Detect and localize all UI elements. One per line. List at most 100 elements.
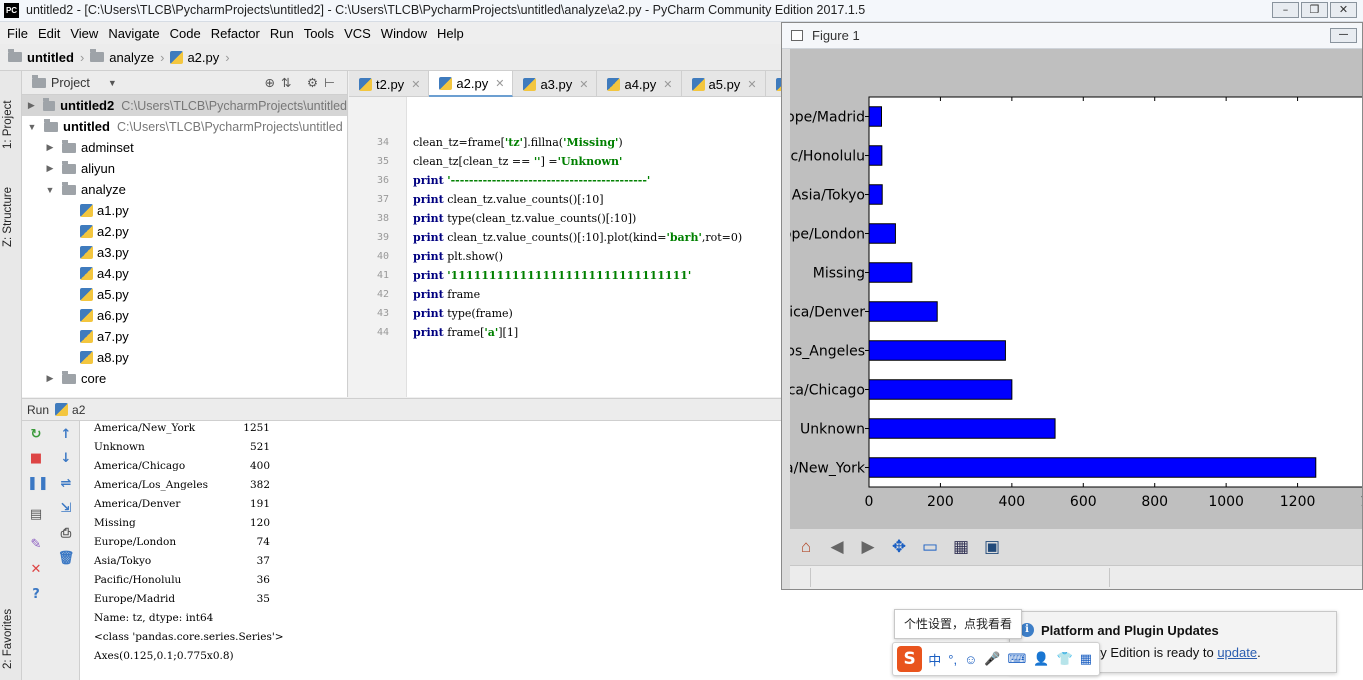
tools-grid-icon[interactable]: ▦ xyxy=(1080,651,1092,667)
code-line[interactable]: 42 print frame xyxy=(349,285,781,304)
menu-file[interactable]: File xyxy=(2,26,33,41)
code-editor[interactable]: 34 clean_tz=frame['tz'].fillna('Missing')… xyxy=(349,97,781,397)
close-tab-icon[interactable]: ✕ xyxy=(579,78,588,91)
code-line[interactable]: 34 clean_tz=frame['tz'].fillna('Missing') xyxy=(349,133,781,152)
close-tab-icon[interactable]: ✕ xyxy=(747,78,756,91)
tree-file-item[interactable]: a7.py xyxy=(22,326,347,347)
menu-code[interactable]: Code xyxy=(165,26,206,41)
side-tab-favorites[interactable]: 2: Favorites xyxy=(2,591,20,669)
maximize-button[interactable]: ❐ xyxy=(1301,2,1328,18)
tree-folder-item[interactable]: ▼ untitled C:\Users\TLCB\PycharmProjects\u… xyxy=(22,116,347,137)
line-number: 44 xyxy=(376,327,389,338)
user-icon[interactable]: 👤 xyxy=(1033,651,1049,667)
skin-icon[interactable]: 👕 xyxy=(1057,651,1073,667)
figure-minimize-button[interactable]: — xyxy=(1330,28,1357,43)
editor-tab[interactable]: a5.py ✕ xyxy=(682,71,766,97)
menu-vcs[interactable]: VCS xyxy=(339,26,376,41)
code-line[interactable]: 36 print '-------------------------------… xyxy=(349,171,781,190)
menu-run[interactable]: Run xyxy=(265,26,299,41)
line-number: 41 xyxy=(376,270,389,281)
rerun-icon[interactable]: ↻ xyxy=(27,427,45,443)
code-line[interactable]: 44 print frame['a'][1] xyxy=(349,323,781,342)
tree-file-item[interactable]: a2.py xyxy=(22,221,347,242)
expand-arrow-down-icon[interactable]: ▼ xyxy=(44,185,56,195)
microphone-icon[interactable]: 🎤 xyxy=(984,651,1000,667)
menu-tools[interactable]: Tools xyxy=(299,26,339,41)
expand-arrow-down-icon[interactable]: ▼ xyxy=(26,122,38,132)
trash-icon[interactable]: 🗑 xyxy=(57,551,75,567)
zoom-icon[interactable]: ▭ xyxy=(918,535,942,559)
code-line[interactable]: 41 print '1111111111111111111111111111111… xyxy=(349,266,781,285)
layout-icon[interactable]: ▤ xyxy=(27,507,45,523)
expand-arrow-right-icon[interactable]: ▶ xyxy=(44,163,56,174)
subplots-icon[interactable]: ▦ xyxy=(949,535,973,559)
console-line: Missing 120 xyxy=(94,514,270,533)
tree-file-item[interactable]: a8.py xyxy=(22,347,347,368)
expand-arrow-right-icon[interactable]: ▶ xyxy=(26,100,37,111)
tree-file-item[interactable]: a1.py xyxy=(22,200,347,221)
editor-tab[interactable]: a3.py ✕ xyxy=(513,71,598,97)
close-button[interactable]: ✕ xyxy=(1330,2,1357,18)
editor-tab[interactable]: a2.py ✕ xyxy=(429,71,514,97)
editor-tab[interactable]: t2.py ✕ xyxy=(349,71,430,97)
stop-icon[interactable]: ■ xyxy=(27,451,45,467)
pan-icon[interactable]: ✥ xyxy=(887,535,911,559)
expand-arrow-right-icon[interactable]: ▶ xyxy=(44,142,56,153)
help-icon[interactable]: ? xyxy=(27,587,45,603)
ime-mode[interactable]: 中 xyxy=(928,650,941,669)
save-icon[interactable]: ▣ xyxy=(980,535,1004,559)
close-tab-icon[interactable]: ✕ xyxy=(495,77,504,90)
editor-tab[interactable]: a4.py ✕ xyxy=(597,71,682,97)
menu-window[interactable]: Window xyxy=(376,26,432,41)
pause-icon[interactable]: ❚❚ xyxy=(27,476,49,492)
pin-icon[interactable]: ✎ xyxy=(27,537,45,553)
tree-folder-item[interactable]: ▶ aliyun xyxy=(22,158,347,179)
tree-folder-item[interactable]: ▶ untitled2 C:\Users\TLCB\PycharmProjects\… xyxy=(22,95,347,116)
close-tab-icon[interactable]: ✕ xyxy=(411,78,420,91)
minimize-button[interactable]: – xyxy=(1272,2,1299,18)
side-tab-project[interactable]: 1: Project xyxy=(2,79,20,149)
project-panel-title[interactable]: Project xyxy=(51,76,90,90)
code-line[interactable]: 39 print clean_tz.value_counts()[:10].plo… xyxy=(349,228,781,247)
menu-view[interactable]: View xyxy=(65,26,103,41)
close-icon[interactable]: ✕ xyxy=(27,562,45,578)
project-panel-tools[interactable]: ⊕⇅ ⚙⊢ xyxy=(264,75,341,90)
tree-file-item[interactable]: a4.py xyxy=(22,263,347,284)
tree-folder-item[interactable]: ▼ analyze xyxy=(22,179,347,200)
soft-wrap-icon[interactable]: ⇌ xyxy=(57,476,75,492)
sogou-logo-icon[interactable]: S xyxy=(897,646,923,672)
update-link[interactable]: update xyxy=(1217,645,1257,660)
print-icon[interactable]: ⎙ xyxy=(57,526,75,542)
menu-edit[interactable]: Edit xyxy=(33,26,65,41)
emoji-icon[interactable]: ☺ xyxy=(964,652,977,667)
forward-icon[interactable]: ▶ xyxy=(856,535,880,559)
breadcrumb-project[interactable]: untitled › xyxy=(8,49,84,65)
project-panel-header: Project ▼ ⊕⇅ ⚙⊢ xyxy=(22,71,347,95)
tree-file-item[interactable]: a5.py xyxy=(22,284,347,305)
expand-arrow-right-icon[interactable]: ▶ xyxy=(44,373,56,384)
tree-folder-item[interactable]: ▶ adminset xyxy=(22,137,347,158)
scroll-to-end-icon[interactable]: ⇲ xyxy=(57,501,75,517)
arrow-up-icon[interactable]: ↑ xyxy=(57,427,75,443)
code-line[interactable]: 35 clean_tz[clean_tz == ''] ='Unknown' xyxy=(349,152,781,171)
side-tab-structure[interactable]: Z: Structure xyxy=(2,167,20,247)
code-line[interactable]: 43 print type(frame) xyxy=(349,304,781,323)
tree-file-item[interactable]: a3.py xyxy=(22,242,347,263)
dropdown-arrow-icon[interactable]: ▼ xyxy=(108,78,117,88)
menu-navigate[interactable]: Navigate xyxy=(103,26,164,41)
menu-help[interactable]: Help xyxy=(432,26,469,41)
home-icon[interactable]: ⌂ xyxy=(794,535,818,559)
keyboard-icon[interactable]: ⌨ xyxy=(1008,651,1027,667)
code-line[interactable]: 40 print plt.show() xyxy=(349,247,781,266)
arrow-down-icon[interactable]: ↓ xyxy=(57,451,75,467)
tree-file-item[interactable]: a6.py xyxy=(22,305,347,326)
breadcrumb-folder[interactable]: analyze › xyxy=(90,49,164,65)
tree-folder-item[interactable]: ▶ core xyxy=(22,368,347,389)
menu-refactor[interactable]: Refactor xyxy=(206,26,265,41)
punctuation-icon[interactable]: °, xyxy=(948,652,957,667)
code-line[interactable]: 37 print clean_tz.value_counts()[:10] xyxy=(349,190,781,209)
close-tab-icon[interactable]: ✕ xyxy=(663,78,672,91)
back-icon[interactable]: ◀ xyxy=(825,535,849,559)
breadcrumb-file[interactable]: a2.py › xyxy=(170,50,230,65)
code-line[interactable]: 38 print type(clean_tz.value_counts()[:10… xyxy=(349,209,781,228)
